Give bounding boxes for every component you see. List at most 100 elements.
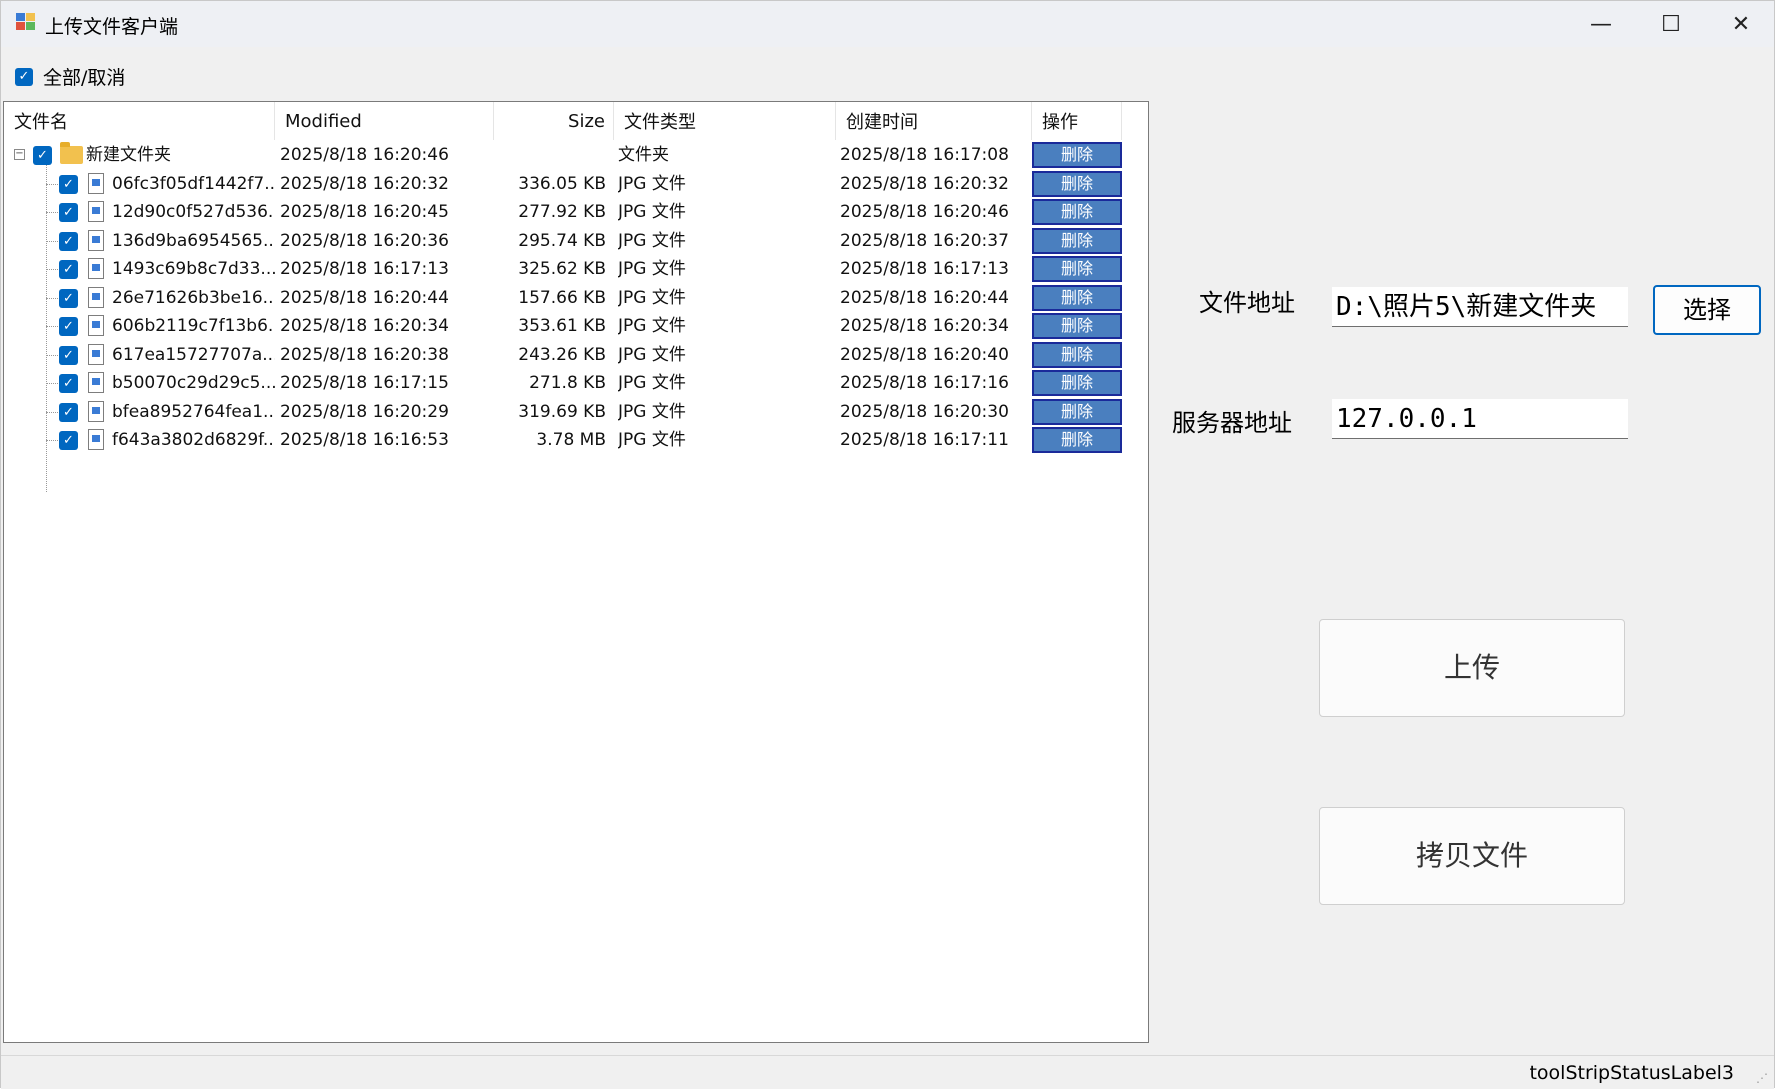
image-file-icon xyxy=(88,372,104,393)
image-file-icon xyxy=(88,229,104,251)
file-row[interactable]: ✓ f643a3802d6829f... 2025/8/18 16:16:53 3.7… xyxy=(4,426,1148,454)
select-all-checkbox[interactable]: ✓ 全部/取消 xyxy=(15,63,125,90)
folder-name: 新建文件夹 xyxy=(86,145,171,165)
file-row[interactable]: ✓ 606b2119c7f13b6... 2025/8/18 16:20:34 353… xyxy=(4,312,1148,340)
file-row[interactable]: ✓ 1493c69b8c7d33... 2025/8/18 16:17:13 325.… xyxy=(4,255,1148,283)
delete-button[interactable]: 删除 xyxy=(1032,170,1122,197)
file-row[interactable]: ✓ 26e71626b3be16... 2025/8/18 16:20:44 157.… xyxy=(4,284,1148,312)
file-row[interactable]: ✓ 617ea15727707a... 2025/8/18 16:20:38 243.… xyxy=(4,341,1148,369)
file-size: 353.61 KB xyxy=(518,316,606,336)
file-type: JPG 文件 xyxy=(618,287,686,308)
file-tree-list[interactable]: 文件名 Modified Size 文件类型 创建时间 操作 − ✓ 新建文件夹… xyxy=(3,101,1149,1043)
file-modified: 2025/8/18 16:16:53 xyxy=(280,430,449,450)
image-file-icon xyxy=(88,343,104,365)
checkbox-checked-icon[interactable]: ✓ xyxy=(59,231,78,251)
folder-row[interactable]: − ✓ 新建文件夹 2025/8/18 16:20:46 文件夹 2025/8/… xyxy=(4,141,1148,169)
checkbox-checked-icon[interactable]: ✓ xyxy=(59,174,78,194)
file-type: JPG 文件 xyxy=(618,344,686,365)
image-file-icon xyxy=(88,400,104,422)
file-created: 2025/8/18 16:20:40 xyxy=(840,344,1009,365)
file-row[interactable]: ✓ bfea8952764fea1... 2025/8/18 16:20:29 319… xyxy=(4,398,1148,426)
checkbox-checked-icon[interactable]: ✓ xyxy=(59,374,78,393)
checkbox-checked-icon[interactable]: ✓ xyxy=(59,317,78,336)
maximize-icon: ☐ xyxy=(1661,11,1681,37)
delete-button[interactable]: 删除 xyxy=(1032,199,1122,225)
file-modified: 2025/8/18 16:20:44 xyxy=(280,287,449,308)
file-type: JPG 文件 xyxy=(618,316,686,336)
file-modified: 2025/8/18 16:20:29 xyxy=(280,401,449,422)
column-header-action[interactable]: 操作 xyxy=(1032,102,1122,140)
file-name: bfea8952764fea1... xyxy=(112,401,275,422)
image-file-icon xyxy=(88,172,104,194)
file-type: JPG 文件 xyxy=(618,202,686,222)
checkbox-checked-icon[interactable]: ✓ xyxy=(59,345,78,365)
file-created: 2025/8/18 16:20:44 xyxy=(840,287,1009,308)
file-name: 1493c69b8c7d33... xyxy=(112,259,275,279)
file-name: 136d9ba6954565... xyxy=(112,230,275,251)
delete-button[interactable]: 删除 xyxy=(1032,427,1122,453)
delete-button[interactable]: 删除 xyxy=(1032,284,1122,311)
column-header-size[interactable]: Size xyxy=(494,102,614,140)
delete-button[interactable]: 删除 xyxy=(1032,341,1122,368)
file-row[interactable]: ✓ b50070c29d29c5... 2025/8/18 16:17:15 271.… xyxy=(4,369,1148,397)
file-created: 2025/8/18 16:17:13 xyxy=(840,259,1009,279)
app-icon xyxy=(16,13,35,30)
file-row[interactable]: ✓ 12d90c0f527d536... 2025/8/18 16:20:45 277… xyxy=(4,198,1148,226)
file-size: 277.92 KB xyxy=(518,202,606,222)
file-path-field[interactable]: D:\照片5\新建文件夹 xyxy=(1332,287,1628,327)
column-header-name[interactable]: 文件名 xyxy=(4,102,275,140)
checkbox-checked-icon[interactable]: ✓ xyxy=(59,402,78,422)
file-created: 2025/8/18 16:20:34 xyxy=(840,316,1009,336)
file-name: 606b2119c7f13b6... xyxy=(112,316,275,336)
checkbox-checked-icon[interactable]: ✓ xyxy=(59,431,78,450)
checkbox-checked-icon[interactable]: ✓ xyxy=(59,260,78,279)
delete-button[interactable]: 删除 xyxy=(1032,142,1122,168)
file-modified: 2025/8/18 16:20:45 xyxy=(280,202,449,222)
file-type: JPG 文件 xyxy=(618,430,686,450)
file-type: JPG 文件 xyxy=(618,401,686,422)
column-header-type[interactable]: 文件类型 xyxy=(614,102,836,140)
file-type: JPG 文件 xyxy=(618,259,686,279)
title-bar: 上传文件客户端 — ☐ ✕ xyxy=(1,1,1774,47)
close-icon: ✕ xyxy=(1731,11,1751,37)
collapse-icon[interactable]: − xyxy=(14,149,25,160)
delete-button[interactable]: 删除 xyxy=(1032,256,1122,282)
copy-file-button[interactable]: 拷贝文件 xyxy=(1319,807,1625,905)
file-row[interactable]: ✓ 136d9ba6954565... 2025/8/18 16:20:36 295.… xyxy=(4,227,1148,255)
server-address-field[interactable]: 127.0.0.1 xyxy=(1332,399,1628,439)
choose-button[interactable]: 选择 xyxy=(1653,285,1761,335)
file-name: 06fc3f05df1442f7... xyxy=(112,173,275,194)
upload-button[interactable]: 上传 xyxy=(1319,619,1625,717)
column-header-created[interactable]: 创建时间 xyxy=(836,102,1032,140)
delete-button[interactable]: 删除 xyxy=(1032,398,1122,425)
file-size: 157.66 KB xyxy=(518,287,606,308)
image-file-icon xyxy=(88,315,104,336)
file-modified: 2025/8/18 16:17:13 xyxy=(280,259,449,279)
checkbox-checked-icon[interactable]: ✓ xyxy=(33,146,52,165)
file-row[interactable]: ✓ 06fc3f05df1442f7... 2025/8/18 16:20:32 33… xyxy=(4,170,1148,198)
file-created: 2025/8/18 16:20:46 xyxy=(840,202,1009,222)
checkbox-checked-icon[interactable]: ✓ xyxy=(59,203,78,222)
file-type: JPG 文件 xyxy=(618,373,686,393)
image-file-icon xyxy=(88,429,104,450)
status-bar: toolStripStatusLabel3 ⋰ xyxy=(1,1055,1774,1089)
image-file-icon xyxy=(88,286,104,308)
file-name: 617ea15727707a... xyxy=(112,344,275,365)
delete-button[interactable]: 删除 xyxy=(1032,227,1122,254)
minimize-button[interactable]: — xyxy=(1566,1,1636,47)
file-size: 243.26 KB xyxy=(518,344,606,365)
checkbox-checked-icon[interactable]: ✓ xyxy=(15,67,33,86)
column-header-modified[interactable]: Modified xyxy=(275,102,494,140)
server-address-label: 服务器地址 xyxy=(1172,409,1292,437)
file-created: 2025/8/18 16:17:16 xyxy=(840,373,1009,393)
resize-grip-icon[interactable]: ⋰ xyxy=(1756,1071,1768,1085)
file-path-label: 文件地址 xyxy=(1199,289,1295,317)
window-title: 上传文件客户端 xyxy=(45,16,179,38)
file-size: 325.62 KB xyxy=(518,259,606,279)
checkbox-checked-icon[interactable]: ✓ xyxy=(59,288,78,308)
status-label: toolStripStatusLabel3 xyxy=(1529,1062,1734,1084)
delete-button[interactable]: 删除 xyxy=(1032,313,1122,339)
close-button[interactable]: ✕ xyxy=(1706,1,1775,47)
maximize-button[interactable]: ☐ xyxy=(1636,1,1706,47)
delete-button[interactable]: 删除 xyxy=(1032,370,1122,396)
